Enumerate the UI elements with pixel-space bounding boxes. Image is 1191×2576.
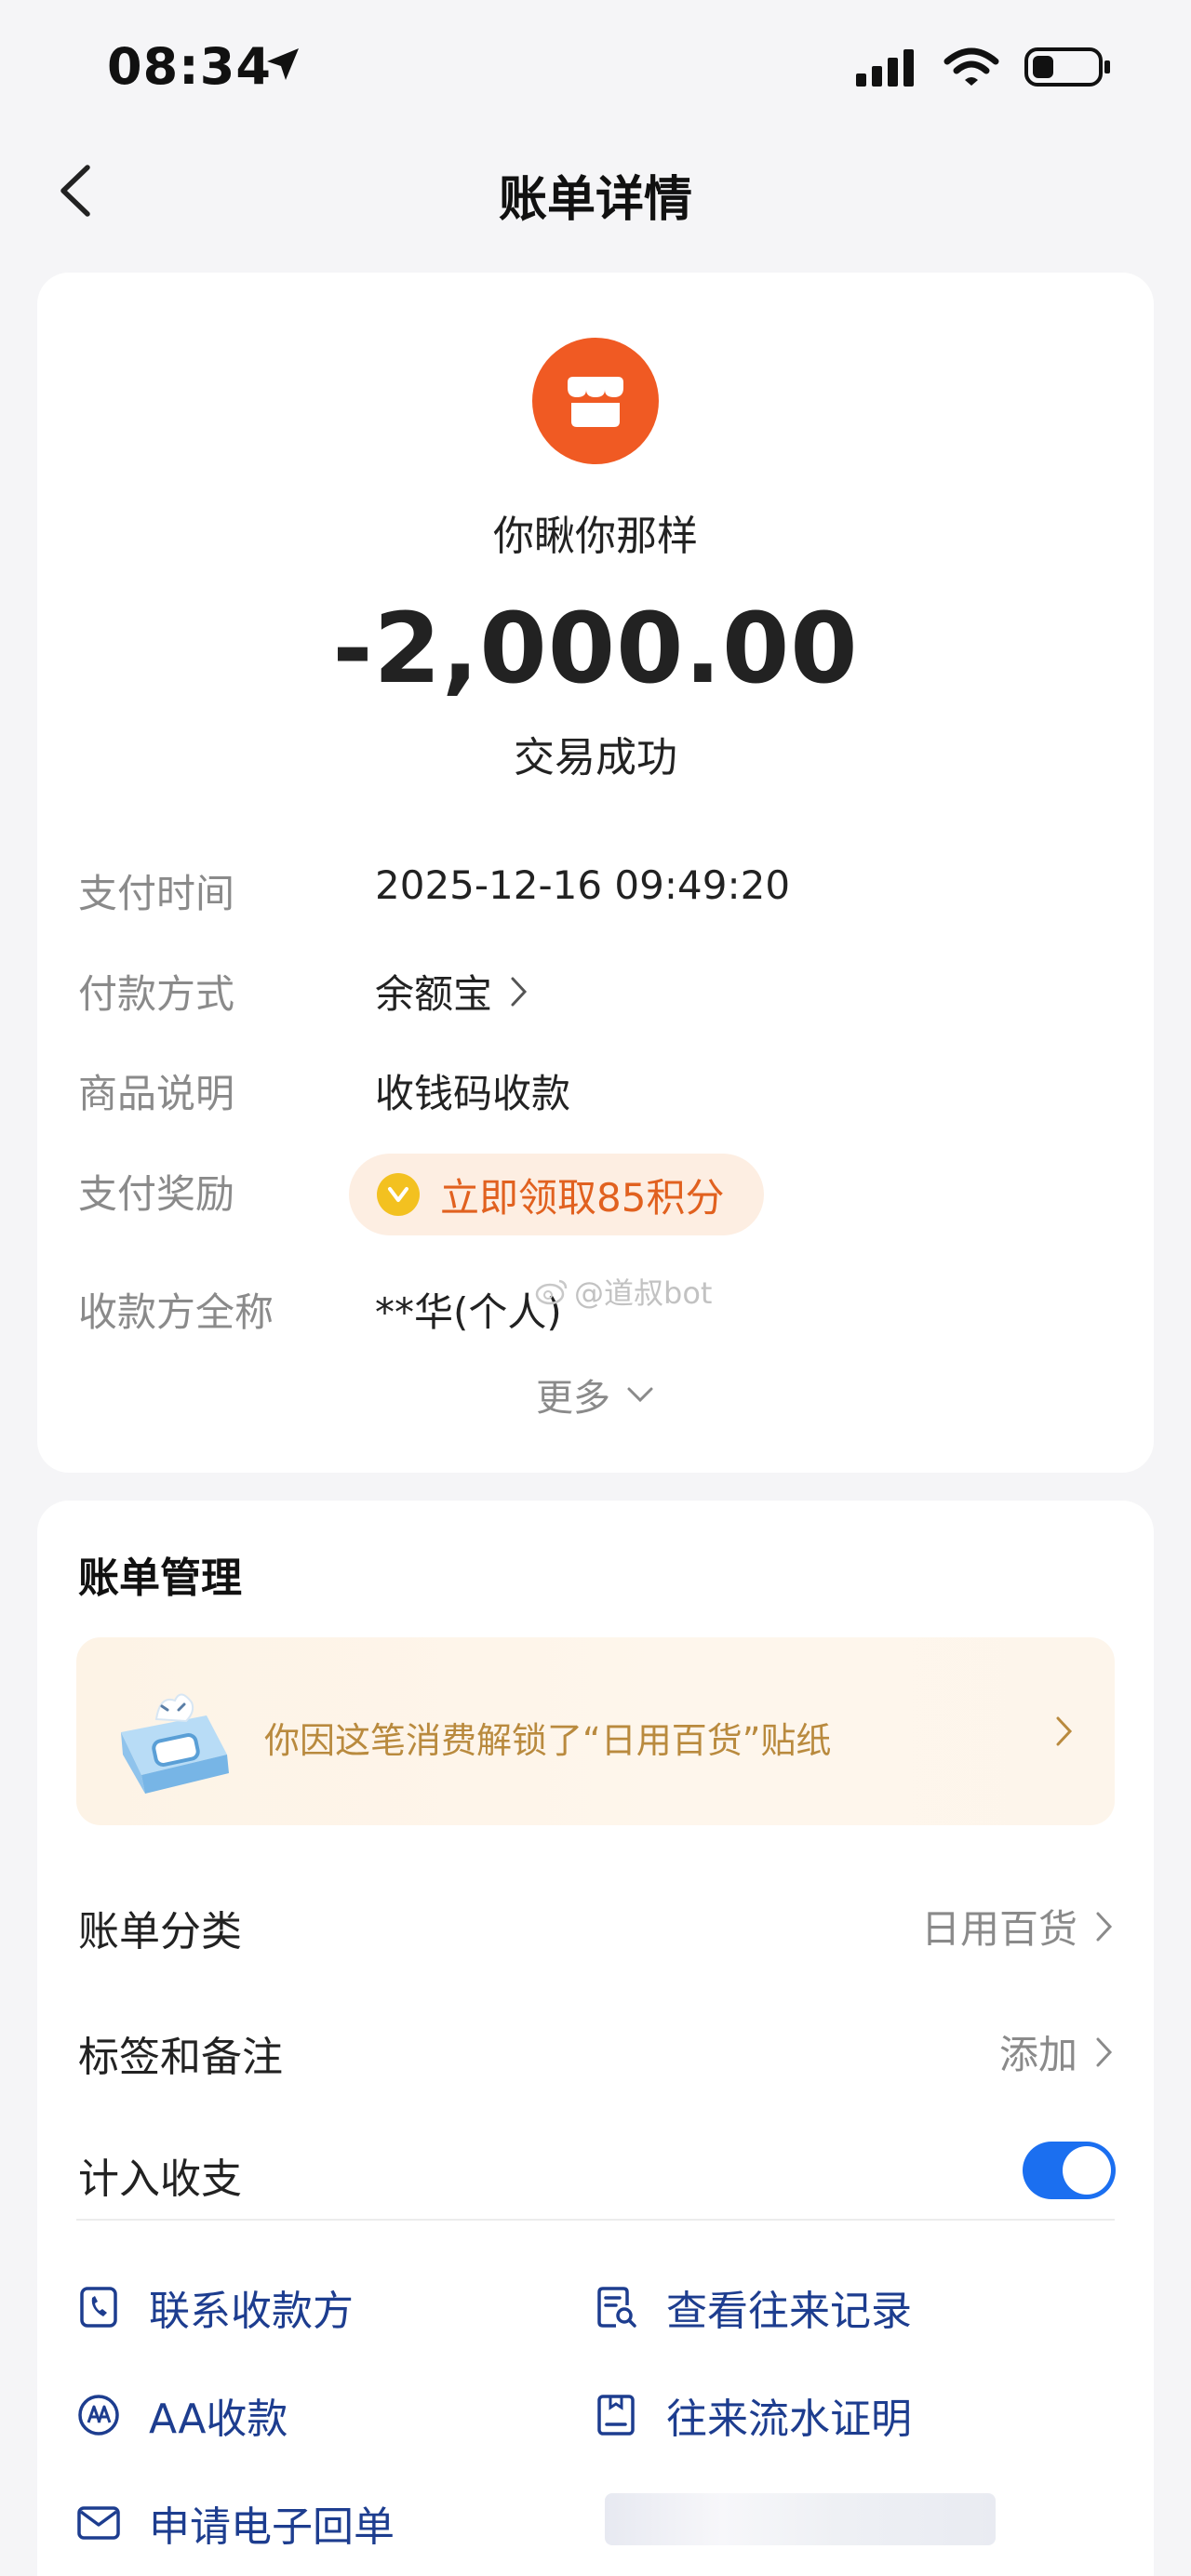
tags-notes-add[interactable]: 添加	[999, 2023, 1115, 2080]
claim-points-button[interactable]: 立即领取85积分	[349, 1154, 764, 1235]
product-desc-text: 收钱码收款	[375, 1071, 571, 1116]
chevron-right-icon	[1056, 1716, 1073, 1746]
payment-method-text: 余额宝	[375, 971, 493, 1017]
chevron-right-icon	[1096, 2037, 1113, 2066]
phone-icon	[76, 2285, 121, 2329]
wifi-icon	[943, 47, 999, 86]
payment-time-value: 2025-12-16 09:49:20	[375, 862, 790, 908]
transaction-certificate-button[interactable]: 往来流水证明	[594, 2385, 912, 2445]
shop-icon	[568, 377, 623, 427]
points-coin-icon	[377, 1173, 420, 1216]
more-toggle[interactable]: 更多	[0, 1368, 1191, 1421]
payment-time-label: 支付时间	[78, 871, 235, 916]
tags-notes-add-text: 添加	[998, 2032, 1077, 2077]
certificate-icon	[594, 2393, 638, 2437]
bill-category-label: 账单分类	[78, 1908, 242, 1955]
status-time: 08:34	[107, 37, 272, 96]
watermark: @道叔bot	[535, 1270, 712, 1313]
payee-fullname-value: **华(个人)	[375, 1281, 562, 1338]
cellular-signal-icon	[856, 49, 914, 87]
payment-time-text: 2025-12-16 09:49:20	[375, 862, 791, 908]
payment-reward-label: 支付奖励	[78, 1171, 235, 1217]
status-indicators	[854, 47, 1113, 87]
section-title: 账单管理	[78, 1555, 242, 1602]
merchant-avatar	[532, 338, 659, 464]
bill-category-text: 日用百货	[920, 1906, 1077, 1952]
product-desc-label: 商品说明	[78, 1071, 235, 1116]
count-in-budget-toggle[interactable]	[1023, 2142, 1116, 2199]
aa-collect-label: AA收款	[149, 2396, 288, 2443]
more-label: 更多	[536, 1377, 610, 1420]
toggle-knob	[1063, 2146, 1111, 2195]
transaction-status: 交易成功	[514, 734, 677, 781]
bill-category-value[interactable]: 日用百货	[921, 1898, 1115, 1955]
payee-fullname-label: 收款方全称	[78, 1289, 274, 1335]
chevron-down-icon	[627, 1387, 653, 1403]
claim-points-label: 立即领取85积分	[440, 1174, 725, 1221]
e-receipt-button[interactable]: 申请电子回单	[76, 2493, 395, 2553]
payee-fullname-text: **华(个人)	[375, 1289, 562, 1335]
view-history-button[interactable]: 查看往来记录	[594, 2277, 912, 2337]
watermark-text: @道叔bot	[574, 1275, 713, 1311]
page-title: 账单详情	[498, 172, 692, 228]
payment-method-label: 付款方式	[78, 971, 235, 1017]
payment-method-value[interactable]: 余额宝	[375, 963, 529, 1020]
e-receipt-label: 申请电子回单	[149, 2503, 395, 2551]
battery-icon	[1024, 47, 1110, 87]
chevron-right-icon	[511, 977, 528, 1006]
count-in-budget-label: 计入收支	[78, 2156, 242, 2203]
record-search-icon	[594, 2285, 638, 2329]
view-history-label: 查看往来记录	[666, 2288, 912, 2335]
aa-icon	[76, 2393, 121, 2437]
merchant-name: 你瞅你那样	[493, 513, 698, 560]
envelope-icon	[76, 2501, 121, 2545]
contact-payee-label: 联系收款方	[149, 2288, 354, 2335]
product-desc-value: 收钱码收款	[375, 1062, 570, 1119]
location-arrow-icon	[267, 48, 299, 80]
weibo-logo-icon	[535, 1279, 568, 1305]
divider	[76, 2219, 1115, 2221]
tissue-box-sticker-icon	[121, 1693, 229, 1794]
transaction-amount: -2,000.00	[332, 592, 859, 705]
sticker-unlock-text: 你因这笔消费解锁了“日用百货”贴纸	[264, 1720, 832, 1761]
contact-payee-button[interactable]: 联系收款方	[76, 2277, 354, 2337]
transaction-certificate-label: 往来流水证明	[666, 2396, 912, 2443]
tags-notes-label: 标签和备注	[78, 2034, 283, 2081]
blurred-region	[605, 2493, 996, 2545]
chevron-right-icon	[1096, 1912, 1113, 1941]
aa-collect-button[interactable]: AA收款	[76, 2385, 288, 2445]
